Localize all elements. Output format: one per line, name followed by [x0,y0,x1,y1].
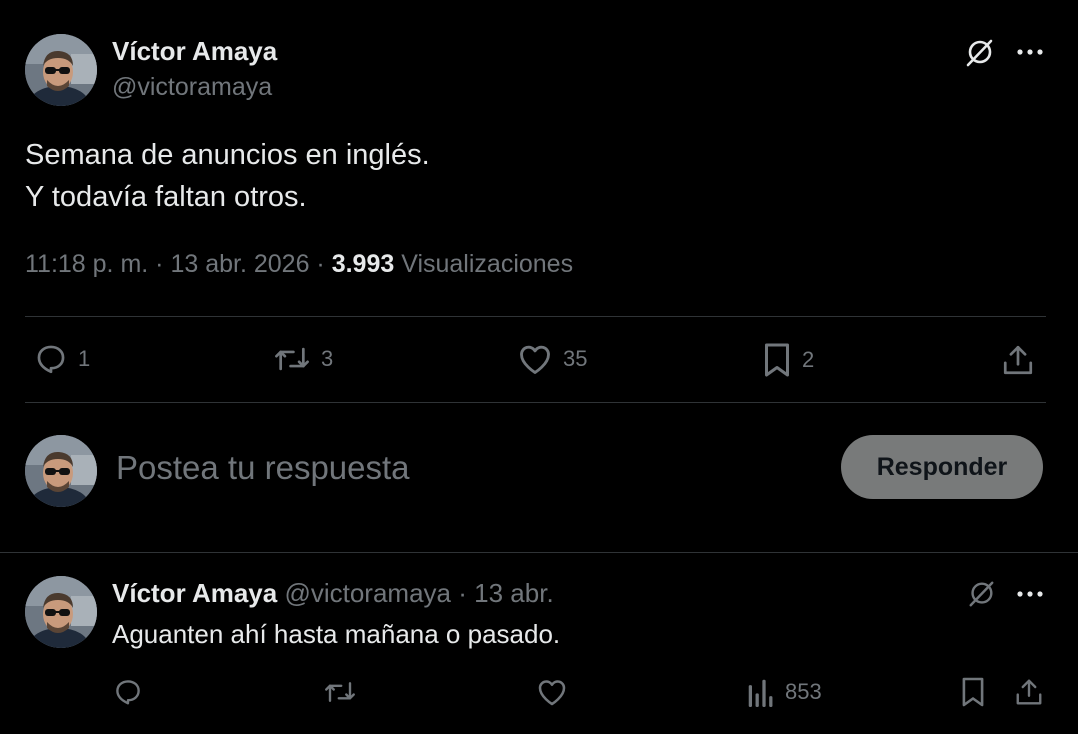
share-icon [1016,679,1042,705]
reply-author-name[interactable]: Víctor Amaya [112,578,277,608]
divider [0,552,1078,553]
grok-icon[interactable] [962,578,1000,610]
reply-author-handle[interactable]: @victoramaya [284,578,451,608]
more-icon[interactable] [1010,38,1050,66]
views-count: 3.993 [331,250,395,278]
avatar[interactable] [25,34,97,106]
views-button[interactable]: 853 [747,677,822,707]
bookmark-icon [765,343,789,377]
share-button[interactable] [1011,674,1047,710]
reply-avatar[interactable] [25,576,97,648]
post-meta: 11:18 p. m. · 13 abr. 2026 · 3.993 Visua… [25,250,573,279]
reply-date[interactable]: 13 abr. [474,578,554,608]
reply-button[interactable] [110,675,146,709]
divider [25,402,1046,403]
repost-button[interactable] [320,675,360,709]
like-button[interactable]: 35 [517,342,587,376]
reply-header: Víctor Amaya @victoramaya · 13 abr. [112,578,554,609]
reply-submit-button[interactable]: Responder [841,435,1043,499]
bookmark-button[interactable] [956,674,990,710]
repost-icon [325,682,355,702]
author-handle[interactable]: @victoramaya [112,73,272,102]
share-icon [1003,345,1033,375]
meta-separator: · [316,250,325,278]
post-text-line: Y todavía faltan otros. [25,181,307,213]
views-icon [748,679,773,707]
reply-input[interactable] [116,446,816,490]
post-text: Semana de anuncios en inglés. Y todavía … [25,134,430,218]
views-count: 853 [785,679,822,704]
meta-separator: · [458,578,467,608]
repost-icon [275,347,309,371]
repost-button[interactable]: 3 [273,342,333,376]
post-text-line: Semana de anuncios en inglés. [25,139,430,171]
reply-count: 1 [78,346,91,371]
like-icon [538,680,566,706]
like-icon [520,345,550,374]
composer-avatar[interactable] [25,435,97,507]
like-count: 35 [563,346,588,371]
like-button[interactable] [533,675,571,709]
divider [25,316,1046,317]
repost-count: 3 [321,346,334,371]
post-time[interactable]: 11:18 p. m. [25,250,148,278]
meta-separator: · [155,250,164,278]
reply-text: Aguanten ahí hasta mañana o pasado. [112,619,561,649]
post-date[interactable]: 13 abr. 2026 [170,250,309,278]
author-name[interactable]: Víctor Amaya [112,36,277,67]
reply-icon [116,680,140,705]
share-button[interactable] [998,340,1038,380]
bookmark-icon [962,677,984,707]
reply-button[interactable]: 1 [34,342,90,376]
bookmark-button[interactable]: 2 [762,342,814,378]
reply-icon [37,345,65,374]
grok-icon[interactable] [960,37,998,69]
views-label: Visualizaciones [401,250,574,278]
bookmark-count: 2 [802,347,815,372]
more-icon[interactable] [1010,580,1050,608]
